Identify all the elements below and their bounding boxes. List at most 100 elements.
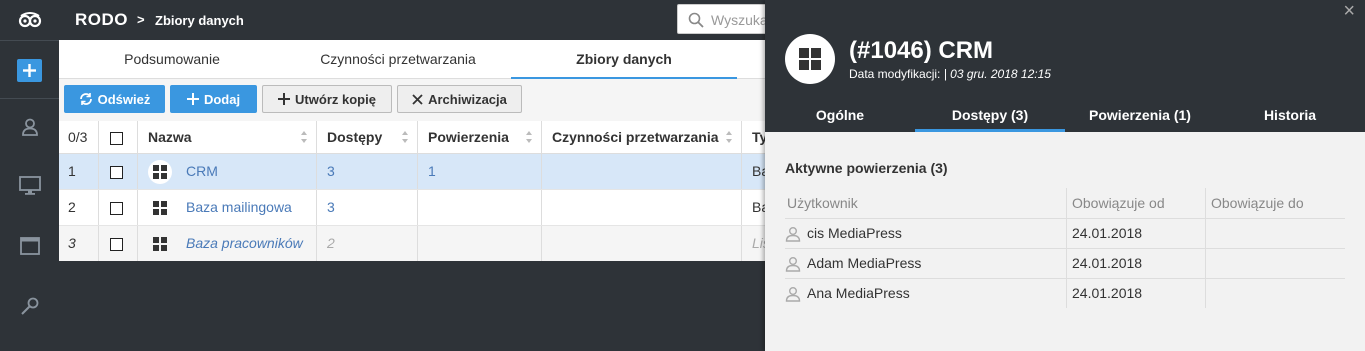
close-icon[interactable]: × (1343, 0, 1355, 23)
dataset-name-link[interactable]: Baza pracowników (186, 235, 303, 251)
column-header-label: Czynności przetwarzania (552, 129, 719, 145)
main-tabs: Podsumowanie Czynności przetwarzania Zbi… (59, 40, 765, 79)
list-item[interactable]: Ana MediaPress 24.01.2018 (785, 278, 1345, 308)
user-icon (785, 287, 801, 302)
key-icon[interactable] (17, 293, 42, 318)
entrust-count-link[interactable]: 1 (418, 154, 542, 189)
window-icon[interactable] (17, 233, 42, 258)
add-label: Dodaj (203, 91, 241, 107)
detail-panel: × (#1046) CRM Data modyfikacji: | 03 gru… (765, 0, 1365, 351)
plus-icon (278, 93, 291, 105)
sidebar-divider (0, 40, 59, 41)
panel-title: (#1046) CRM (849, 37, 994, 64)
column-header-label: Nazwa (148, 129, 192, 145)
list-item[interactable]: cis MediaPress 24.01.2018 (785, 218, 1345, 248)
tab-entrustments[interactable]: Powierzenia (1) (1065, 100, 1215, 132)
select-all-checkbox[interactable] (110, 131, 123, 145)
breadcrumb: Zbiory danych (155, 13, 244, 28)
column-header-valid-to: Obowiązuje do (1211, 195, 1304, 211)
column-header-type[interactable]: Ty (742, 121, 767, 154)
type-cell: Lis (752, 235, 765, 251)
panel-header: × (#1046) CRM Data modyfikacji: | 03 gru… (765, 0, 1365, 132)
valid-from-cell: 24.01.2018 (1067, 279, 1206, 308)
dataset-name-link[interactable]: Baza mailingowa (186, 199, 292, 215)
add-button[interactable]: Dodaj (170, 85, 257, 113)
row-checkbox[interactable] (110, 165, 123, 179)
modified-label: Data modyfikacji: (849, 67, 941, 81)
tab-general[interactable]: Ogólne (765, 100, 915, 132)
dataset-icon (148, 232, 172, 256)
tab-access[interactable]: Dostępy (3) (915, 100, 1065, 132)
dataset-avatar (785, 34, 835, 84)
type-cell: Ba (752, 199, 765, 215)
column-header-label: Dostępy (327, 129, 383, 145)
dataset-name-link[interactable]: CRM (186, 163, 218, 179)
dataset-icon (148, 196, 172, 220)
row-number: 2 (59, 190, 99, 225)
column-header-name[interactable]: Nazwa (138, 121, 317, 154)
add-icon[interactable] (17, 59, 42, 82)
app-title[interactable]: RODO (75, 10, 128, 30)
search-input[interactable]: Wyszukaj (677, 4, 777, 34)
refresh-icon (79, 93, 92, 105)
user-icon[interactable] (17, 114, 42, 139)
dataset-icon (148, 160, 172, 185)
name-cell: CRM (138, 154, 317, 189)
entrust-count-cell (418, 226, 542, 261)
activities-cell (542, 226, 742, 261)
sort-icon (526, 131, 532, 143)
monitor-icon[interactable] (17, 173, 42, 198)
user-name: Adam MediaPress (807, 255, 922, 271)
sidebar-divider (0, 98, 59, 99)
user-name: Ana MediaPress (807, 285, 910, 301)
user-name: cis MediaPress (807, 225, 902, 241)
user-cell: cis MediaPress (785, 219, 1067, 248)
valid-to-cell (1206, 279, 1345, 308)
access-count-link[interactable]: 3 (317, 190, 418, 225)
column-header-label: Powierzenia (428, 129, 509, 145)
valid-to-cell (1206, 219, 1345, 248)
tab-history[interactable]: Historia (1215, 100, 1365, 132)
refresh-button[interactable]: Odśwież (64, 85, 165, 113)
create-copy-button[interactable]: Utwórz kopię (262, 85, 392, 113)
search-placeholder: Wyszukaj (711, 12, 771, 28)
section-title: Aktywne powierzenia (3) (785, 160, 948, 176)
sort-icon (301, 131, 307, 143)
row-count: 0/3 (59, 121, 99, 154)
archive-label: Archiwizacja (428, 91, 507, 107)
row-number: 1 (59, 154, 99, 189)
row-checkbox-cell (99, 226, 138, 261)
user-cell: Ana MediaPress (785, 279, 1067, 308)
user-icon (785, 257, 801, 272)
archive-button[interactable]: Archiwizacja (397, 85, 522, 113)
search-icon (688, 12, 704, 31)
logo-icon[interactable] (0, 0, 59, 40)
top-bar: RODO > Zbiory danych Wyszukaj (59, 0, 777, 40)
list-item[interactable]: Adam MediaPress 24.01.2018 (785, 248, 1345, 278)
tab-summary[interactable]: Podsumowanie (59, 40, 285, 79)
sort-icon (402, 131, 408, 143)
name-cell: Baza pracowników (138, 226, 317, 261)
row-checkbox[interactable] (110, 237, 123, 251)
row-checkbox[interactable] (110, 201, 123, 215)
name-cell: Baza mailingowa (138, 190, 317, 225)
valid-from-cell: 24.01.2018 (1067, 219, 1206, 248)
row-number: 3 (59, 226, 99, 261)
table-row[interactable]: 1 CRM 3 1 Ba (59, 154, 765, 190)
tab-processing-activities[interactable]: Czynności przetwarzania (285, 40, 511, 79)
plus-icon (186, 93, 199, 105)
activities-cell (542, 190, 742, 225)
access-count-link[interactable]: 3 (317, 154, 418, 189)
tab-datasets[interactable]: Zbiory danych (511, 40, 737, 79)
sidebar (0, 0, 59, 351)
breadcrumb-separator: > (137, 12, 145, 27)
column-header-entrustments[interactable]: Powierzenia (418, 121, 542, 154)
table-row[interactable]: 2 Baza mailingowa 3 Ba (59, 190, 765, 226)
column-header-activities[interactable]: Czynności przetwarzania (542, 121, 742, 154)
access-count-cell[interactable]: 2 (317, 226, 418, 261)
entrust-count-cell (418, 190, 542, 225)
column-header-access[interactable]: Dostępy (317, 121, 418, 154)
column-header-user: Użytkownik (785, 188, 1067, 218)
type-cell: Ba (752, 163, 765, 179)
table-row[interactable]: 3 Baza pracowników 2 Lis (59, 226, 765, 262)
